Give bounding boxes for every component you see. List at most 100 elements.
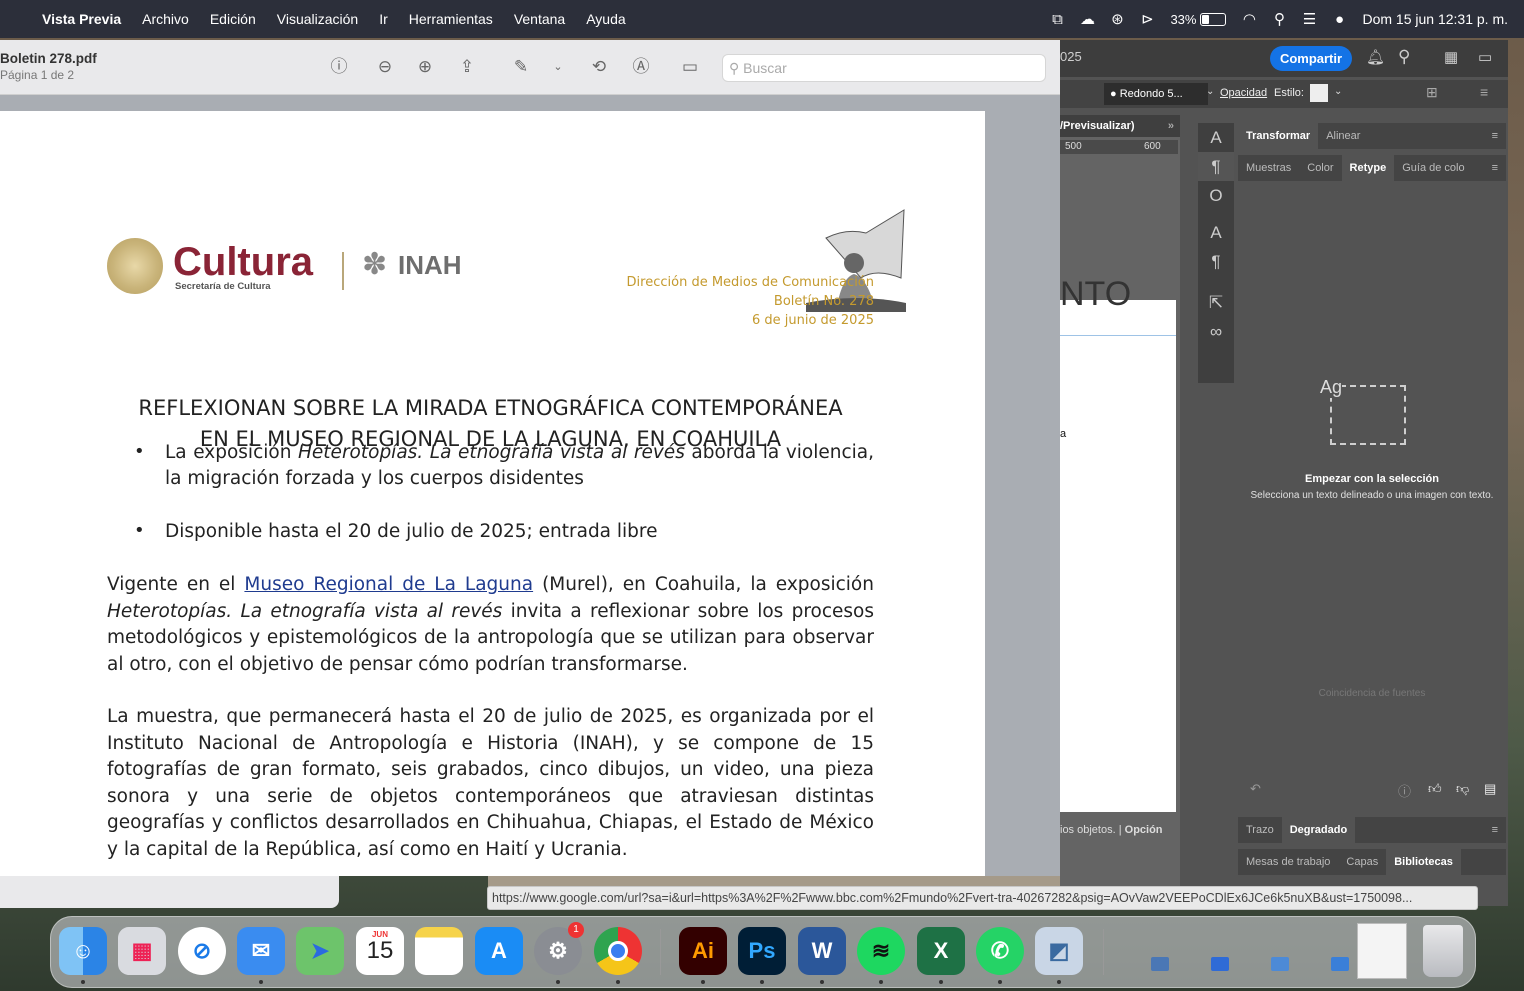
minimized-window-icon[interactable] [1271, 957, 1289, 971]
minimized-window-icon[interactable] [1151, 957, 1169, 971]
app-store-icon[interactable]: A [475, 927, 523, 975]
tab-alinear[interactable]: Alinear [1318, 130, 1368, 142]
zoom-in-icon[interactable]: ⊕ [413, 55, 437, 79]
downloads-stack-icon[interactable] [1357, 923, 1407, 979]
siri-icon[interactable]: ● [1324, 11, 1354, 28]
undo-icon[interactable]: ↶ [1250, 781, 1261, 797]
share-button[interactable]: Compartir [1270, 46, 1352, 71]
whatsapp-icon[interactable]: ✆ [976, 927, 1024, 975]
menu-archivo[interactable]: Archivo [142, 11, 189, 27]
illustrator-document[interactable]: /Previsualizar) » 500 600 NTO a ios objet… [1060, 115, 1180, 905]
panel-menu-icon[interactable]: ≡ [1484, 130, 1506, 142]
character-icon[interactable]: A [1198, 123, 1234, 152]
tab-transformar[interactable]: Transformar [1238, 123, 1319, 149]
search-field[interactable]: ⚲ Buscar [722, 54, 1046, 82]
panel-toggle-icon[interactable]: ▭ [1478, 48, 1492, 66]
menu-clock[interactable]: Dom 15 jun 12:31 p. m. [1362, 11, 1508, 27]
screen-share-icon[interactable]: ⧉ [1042, 11, 1072, 28]
opacity-label[interactable]: Opacidad [1220, 87, 1267, 99]
menu-ayuda[interactable]: Ayuda [586, 11, 625, 27]
tab-muestras[interactable]: Muestras [1238, 162, 1299, 174]
menu-app-name[interactable]: Vista Previa [42, 11, 121, 27]
menu-edicion[interactable]: Edición [210, 11, 256, 27]
minimized-window-icon[interactable] [1211, 957, 1229, 971]
brush-select[interactable]: ● Redondo 5... [1104, 83, 1208, 105]
safari-icon[interactable]: ⊘ [178, 927, 226, 975]
excel-icon[interactable]: X [917, 927, 965, 975]
thumbs-down-icon[interactable]: 👎︎ [1456, 781, 1469, 797]
share-icon[interactable]: ⇪ [455, 55, 479, 79]
trash-icon[interactable] [1423, 925, 1463, 977]
creative-cloud-icon[interactable]: ☁ [1072, 10, 1102, 28]
tab-mesas-trabajo[interactable]: Mesas de trabajo [1238, 856, 1338, 868]
illustrator-control-bar: ● Redondo 5... ⌄ Opacidad Estilo: ⌄ ⊞ ≡ [1060, 80, 1508, 108]
canvas-text[interactable]: NTO [1060, 275, 1131, 314]
search-placeholder: Buscar [743, 60, 787, 76]
info-icon[interactable]: ⓘ [327, 55, 351, 79]
character-style-icon[interactable]: A [1198, 218, 1234, 247]
document-filename[interactable]: Boletin 278.pdf [0, 51, 97, 66]
notes-icon[interactable] [415, 927, 463, 975]
tab-retype[interactable]: Retype [1341, 155, 1395, 181]
tab-trazo[interactable]: Trazo [1238, 824, 1282, 836]
launchpad-icon[interactable]: ▦ [118, 927, 166, 975]
link-icon[interactable]: ∞ [1198, 317, 1234, 346]
document-tab[interactable]: /Previsualizar) » [1060, 115, 1180, 137]
wifi-icon[interactable]: ◠ [1234, 10, 1264, 28]
artboard[interactable]: NTO a [1060, 275, 1176, 812]
annotate-icon[interactable]: Ⓐ [629, 55, 653, 79]
zoom-out-icon[interactable]: ⊖ [373, 55, 397, 79]
battery-status[interactable]: 33% [1170, 12, 1227, 27]
panel-menu-icon-3[interactable]: ≡ [1484, 824, 1506, 836]
tab-color[interactable]: Color [1299, 162, 1341, 174]
menu-ir[interactable]: Ir [379, 11, 388, 27]
menu-list-icon[interactable]: ≡ [1480, 84, 1488, 100]
mail-icon[interactable]: ✉ [237, 927, 285, 975]
comment-icon[interactable]: ▤ [1484, 781, 1496, 797]
markup-chevron-icon[interactable]: ⌄ [546, 55, 570, 79]
photoshop-icon[interactable]: Ps [738, 927, 786, 975]
paragraph-icon[interactable]: ¶ [1198, 152, 1234, 181]
arrange-icon[interactable]: ▦ [1444, 48, 1458, 66]
menu-herramientas[interactable]: Herramientas [409, 11, 493, 27]
tab-capas[interactable]: Capas [1338, 856, 1386, 868]
brush-chevron-icon[interactable]: ⌄ [1206, 86, 1214, 97]
panel-menu-icon-2[interactable]: ≡ [1484, 162, 1506, 174]
spotlight-search-icon[interactable]: ⚲ [1264, 10, 1294, 28]
menu-visualizacion[interactable]: Visualización [277, 11, 358, 27]
tab-guia-color[interactable]: Guía de colo [1394, 162, 1472, 174]
museo-link[interactable]: Museo Regional de La Laguna [244, 574, 533, 595]
play-icon[interactable]: ⊳ [1132, 10, 1162, 28]
illustrator-icon[interactable]: Ai [679, 927, 727, 975]
font-match-button[interactable]: Coincidencia de fuentes [1288, 688, 1456, 699]
search-icon[interactable]: ⚲ [1398, 47, 1410, 67]
minimized-window-icon[interactable] [1331, 957, 1349, 971]
collapse-icon[interactable]: » [1168, 115, 1174, 137]
opentype-icon[interactable]: O [1198, 181, 1234, 210]
rotate-icon[interactable]: ⟲ [587, 55, 611, 79]
paragraph-style-icon[interactable]: ¶ [1198, 247, 1234, 276]
markup-pen-icon[interactable]: ✎ [509, 55, 533, 79]
menu-ventana[interactable]: Ventana [514, 11, 565, 27]
ruler: 500 600 [1060, 140, 1178, 154]
chrome-icon[interactable] [594, 927, 642, 975]
sync-icon[interactable]: ⊛ [1102, 10, 1132, 28]
word-icon[interactable]: W [798, 927, 846, 975]
tab-degradado[interactable]: Degradado [1281, 817, 1356, 843]
control-center-icon[interactable]: ☰ [1294, 10, 1324, 28]
bell-icon[interactable]: 🔔︎ [1366, 48, 1385, 66]
form-fill-icon[interactable]: ▭ [678, 55, 702, 79]
spotify-icon[interactable]: ≋ [857, 927, 905, 975]
maps-icon[interactable]: ➤ [296, 927, 344, 975]
calendar-icon[interactable]: JUN 15 [356, 927, 404, 975]
pdf-page[interactable]: Cultura Secretaría de Cultura ✽ INAH Dir… [0, 111, 985, 876]
style-swatch[interactable] [1310, 84, 1328, 102]
thumbs-up-icon[interactable]: 👍︎ [1428, 781, 1442, 797]
style-chevron-icon[interactable]: ⌄ [1334, 86, 1342, 97]
tab-bibliotecas[interactable]: Bibliotecas [1386, 849, 1461, 875]
info-icon[interactable]: ⓘ [1398, 781, 1411, 800]
finder-icon[interactable]: ☺ [59, 927, 107, 975]
transform-icon[interactable]: ⊞ [1426, 84, 1438, 101]
export-icon[interactable]: ⇱ [1198, 288, 1234, 317]
preview-icon[interactable]: ◩ [1035, 927, 1083, 975]
